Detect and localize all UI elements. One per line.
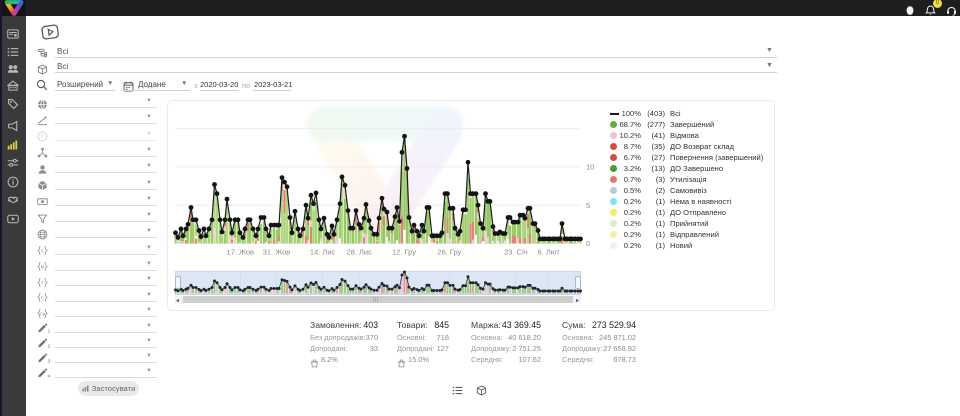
- svg-text:2: 2: [48, 344, 51, 349]
- svg-text:26. Гру: 26. Гру: [437, 248, 461, 257]
- svg-text:3: 3: [48, 359, 51, 364]
- svg-text:1: 1: [48, 329, 51, 334]
- svg-text:10: 10: [586, 163, 594, 172]
- svg-text:31. Жов: 31. Жов: [263, 248, 291, 257]
- svg-text:14. Лис: 14. Лис: [310, 248, 336, 257]
- svg-text:0: 0: [586, 239, 590, 248]
- svg-text:M: M: [41, 264, 45, 269]
- svg-text:4: 4: [48, 374, 51, 379]
- svg-text:?: ?: [41, 134, 45, 141]
- svg-text:C: C: [41, 295, 45, 300]
- svg-text:Св: Св: [40, 311, 46, 316]
- svg-text:T: T: [41, 280, 44, 285]
- svg-text:S: S: [41, 249, 44, 254]
- svg-text:28. Лис: 28. Лис: [347, 248, 373, 257]
- svg-text:6. Лют: 6. Лют: [538, 248, 561, 257]
- svg-text:5: 5: [586, 201, 590, 210]
- svg-text:23. Січ: 23. Січ: [504, 248, 528, 257]
- svg-text:12. Гру: 12. Гру: [392, 248, 416, 257]
- svg-text:17. Жов: 17. Жов: [227, 248, 255, 257]
